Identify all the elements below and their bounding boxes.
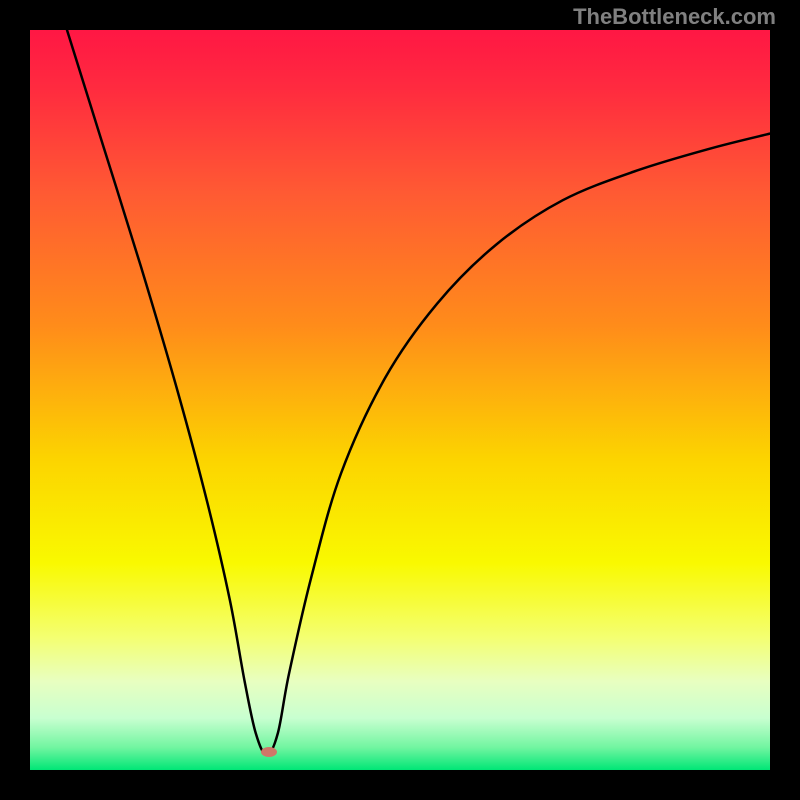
optimal-marker [261,747,277,757]
plot-area [30,30,770,770]
bottleneck-curve [67,30,770,755]
chart-container: TheBottleneck.com [0,0,800,800]
curve-layer [30,30,770,770]
watermark-text: TheBottleneck.com [573,4,776,30]
